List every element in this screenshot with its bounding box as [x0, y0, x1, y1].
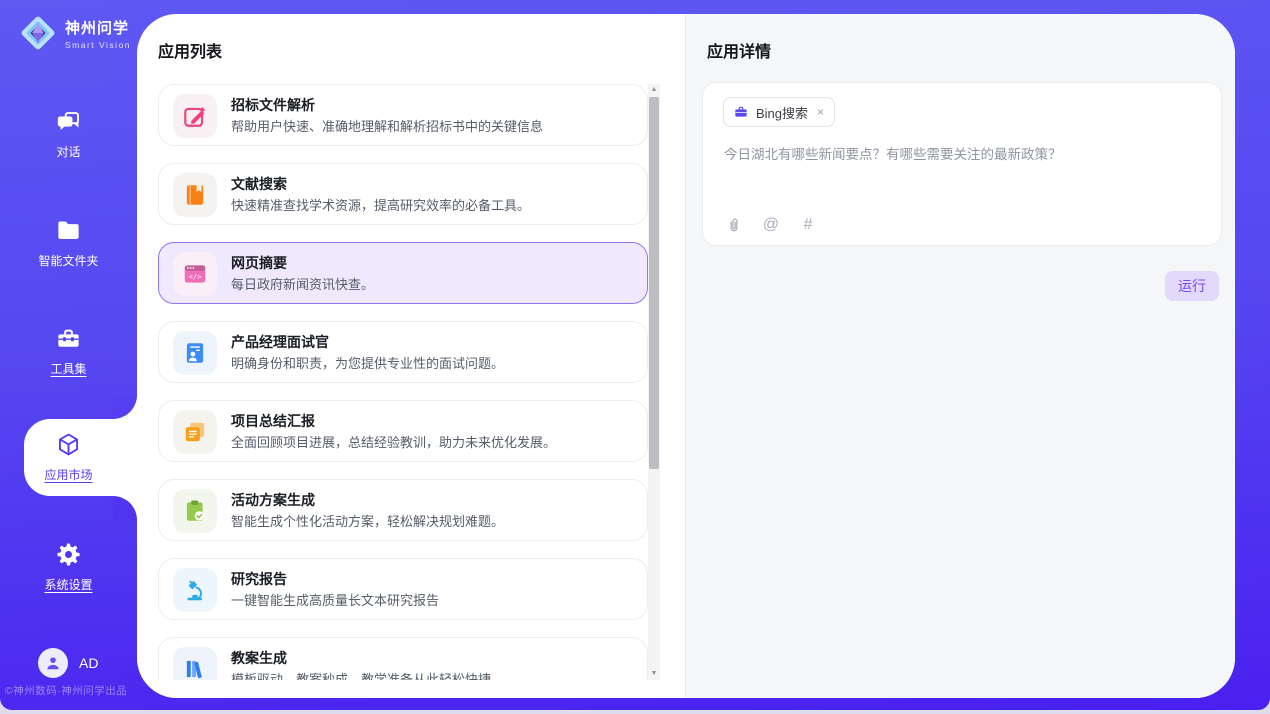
prompt-toolbar: @ # [724, 215, 818, 235]
copyright-text: ©神州数码·神州问学出品 [5, 683, 137, 698]
scrollbar[interactable]: ▲ ▼ [648, 84, 660, 680]
prompt-input[interactable]: 今日湖北有哪些新闻要点？有哪些需要关注的最新政策？ [724, 145, 1202, 165]
gem-diamond-icon [18, 13, 58, 53]
app-card-description: 帮助用户快速、准确地理解和解析招标书中的关键信息 [231, 116, 631, 135]
scrollbar-thumb[interactable] [649, 97, 659, 469]
app-card-description: 快速精准查找学术资源，提高研究效率的必备工具。 [231, 195, 631, 214]
sidebar-item-label: 应用市场 [0, 466, 137, 483]
app-card-description: 模板驱动，教案秒成，教学准备从此轻松快捷 [231, 669, 631, 680]
app-detail-title: 应用详情 [707, 38, 771, 62]
app-card-项目总结汇报[interactable]: 项目总结汇报全面回顾项目进展，总结经验教训，助力未来优化发展。 [158, 400, 648, 462]
sidebar-item-label: 系统设置 [0, 576, 137, 593]
app-card-description: 智能生成个性化活动方案，轻松解决规划难题。 [231, 511, 631, 530]
app-card-title: 教案生成 [231, 648, 287, 668]
app-card-title: 网页摘要 [231, 253, 287, 273]
app-card-description: 每日政府新闻资讯快查。 [231, 274, 631, 293]
app-card-title: 活动方案生成 [231, 490, 315, 510]
app-card-活动方案生成[interactable]: 活动方案生成智能生成个性化活动方案，轻松解决规划难题。 [158, 479, 648, 541]
chat-icon [55, 108, 82, 135]
user-initials: AD [79, 655, 98, 671]
app-card-网页摘要[interactable]: </> 网页摘要每日政府新闻资讯快查。 [158, 242, 648, 304]
sidebar: 神州问学 Smart Vision 对话智能文件夹工具集应用市场系统设置 AD … [0, 0, 137, 710]
app-card-教案生成[interactable]: 教案生成模板驱动，教案秒成，教学准备从此轻松快捷 [158, 637, 648, 680]
brand: 神州问学 Smart Vision [18, 13, 131, 53]
microscope-icon [173, 568, 217, 612]
hash-icon[interactable]: # [798, 215, 818, 235]
close-icon[interactable]: × [817, 105, 824, 119]
app-list-title: 应用列表 [158, 38, 222, 62]
app-card-产品经理面试官[interactable]: 产品经理面试官明确身份和职责，为您提供专业性的面试问题。 [158, 321, 648, 383]
scroll-down-arrow-icon[interactable]: ▼ [648, 668, 660, 680]
app-card-title: 项目总结汇报 [231, 411, 315, 431]
app-card-研究报告[interactable]: 研究报告一键智能生成高质量长文本研究报告 [158, 558, 648, 620]
sidebar-item-对话[interactable]: 对话 [0, 108, 137, 160]
brand-name: 神州问学 [65, 17, 131, 38]
active-nav-notch-bottom [113, 496, 137, 520]
notes-icon [173, 410, 217, 454]
app-card-description: 明确身份和职责，为您提供专业性的面试问题。 [231, 353, 631, 372]
folder-icon [55, 217, 82, 244]
run-button[interactable]: 运行 [1165, 271, 1219, 301]
cube-icon [55, 431, 82, 458]
tool-chip-label: Bing搜索 [756, 103, 808, 122]
book-icon [173, 173, 217, 217]
sidebar-item-label: 工具集 [0, 360, 137, 377]
sidebar-item-label: 智能文件夹 [0, 252, 137, 269]
app-card-title: 研究报告 [231, 569, 287, 589]
brand-subtitle: Smart Vision [65, 40, 131, 50]
sidebar-item-系统设置[interactable]: 系统设置 [0, 541, 137, 593]
tool-chip-bing-search[interactable]: Bing搜索 × [723, 97, 835, 127]
avatar[interactable] [38, 648, 68, 678]
scroll-up-arrow-icon[interactable]: ▲ [648, 84, 660, 96]
sidebar-item-智能文件夹[interactable]: 智能文件夹 [0, 217, 137, 269]
person-icon [43, 653, 63, 673]
at-icon[interactable]: @ [761, 215, 781, 235]
clipboard-check-icon [173, 489, 217, 533]
app-card-招标文件解析[interactable]: 招标文件解析帮助用户快速、准确地理解和解析招标书中的关键信息 [158, 84, 648, 146]
sidebar-item-label: 对话 [0, 143, 137, 160]
page: 神州问学 Smart Vision 对话智能文件夹工具集应用市场系统设置 AD … [0, 0, 1270, 714]
app-list-panel: 应用列表 招标文件解析帮助用户快速、准确地理解和解析招标书中的关键信息文献搜索快… [137, 14, 686, 698]
svg-text:</>: </> [189, 272, 202, 281]
app-card-title: 文献搜索 [231, 174, 287, 194]
app-list-scroll-area: 招标文件解析帮助用户快速、准确地理解和解析招标书中的关键信息文献搜索快速精准查找… [158, 84, 649, 680]
person-doc-icon [173, 331, 217, 375]
sidebar-item-应用市场[interactable]: 应用市场 [0, 431, 137, 483]
books-icon [173, 647, 217, 680]
prompt-card: Bing搜索 × 今日湖北有哪些新闻要点？有哪些需要关注的最新政策？ @ # [702, 82, 1222, 246]
app-detail-panel: 应用详情 Bing搜索 × 今日湖北有哪些新闻要点？有哪些需要关注的最新政策？ [686, 14, 1235, 698]
paperclip-icon[interactable] [724, 215, 744, 235]
briefcase-icon [733, 104, 749, 120]
pencil-square-icon [173, 94, 217, 138]
app-card-title: 招标文件解析 [231, 95, 315, 115]
app-card-文献搜索[interactable]: 文献搜索快速精准查找学术资源，提高研究效率的必备工具。 [158, 163, 648, 225]
active-nav-notch-top [113, 395, 137, 419]
main-content: 应用列表 招标文件解析帮助用户快速、准确地理解和解析招标书中的关键信息文献搜索快… [137, 14, 1235, 698]
app-card-description: 全面回顾项目进展，总结经验教训，助力未来优化发展。 [231, 432, 631, 451]
app-window: 神州问学 Smart Vision 对话智能文件夹工具集应用市场系统设置 AD … [0, 0, 1270, 710]
user-row[interactable]: AD [38, 648, 98, 678]
app-card-description: 一键智能生成高质量长文本研究报告 [231, 590, 631, 609]
toolbox-icon [55, 325, 82, 352]
sidebar-item-工具集[interactable]: 工具集 [0, 325, 137, 377]
app-card-title: 产品经理面试官 [231, 332, 329, 352]
browser-code-icon: </> [173, 252, 217, 296]
gear-icon [55, 541, 82, 568]
